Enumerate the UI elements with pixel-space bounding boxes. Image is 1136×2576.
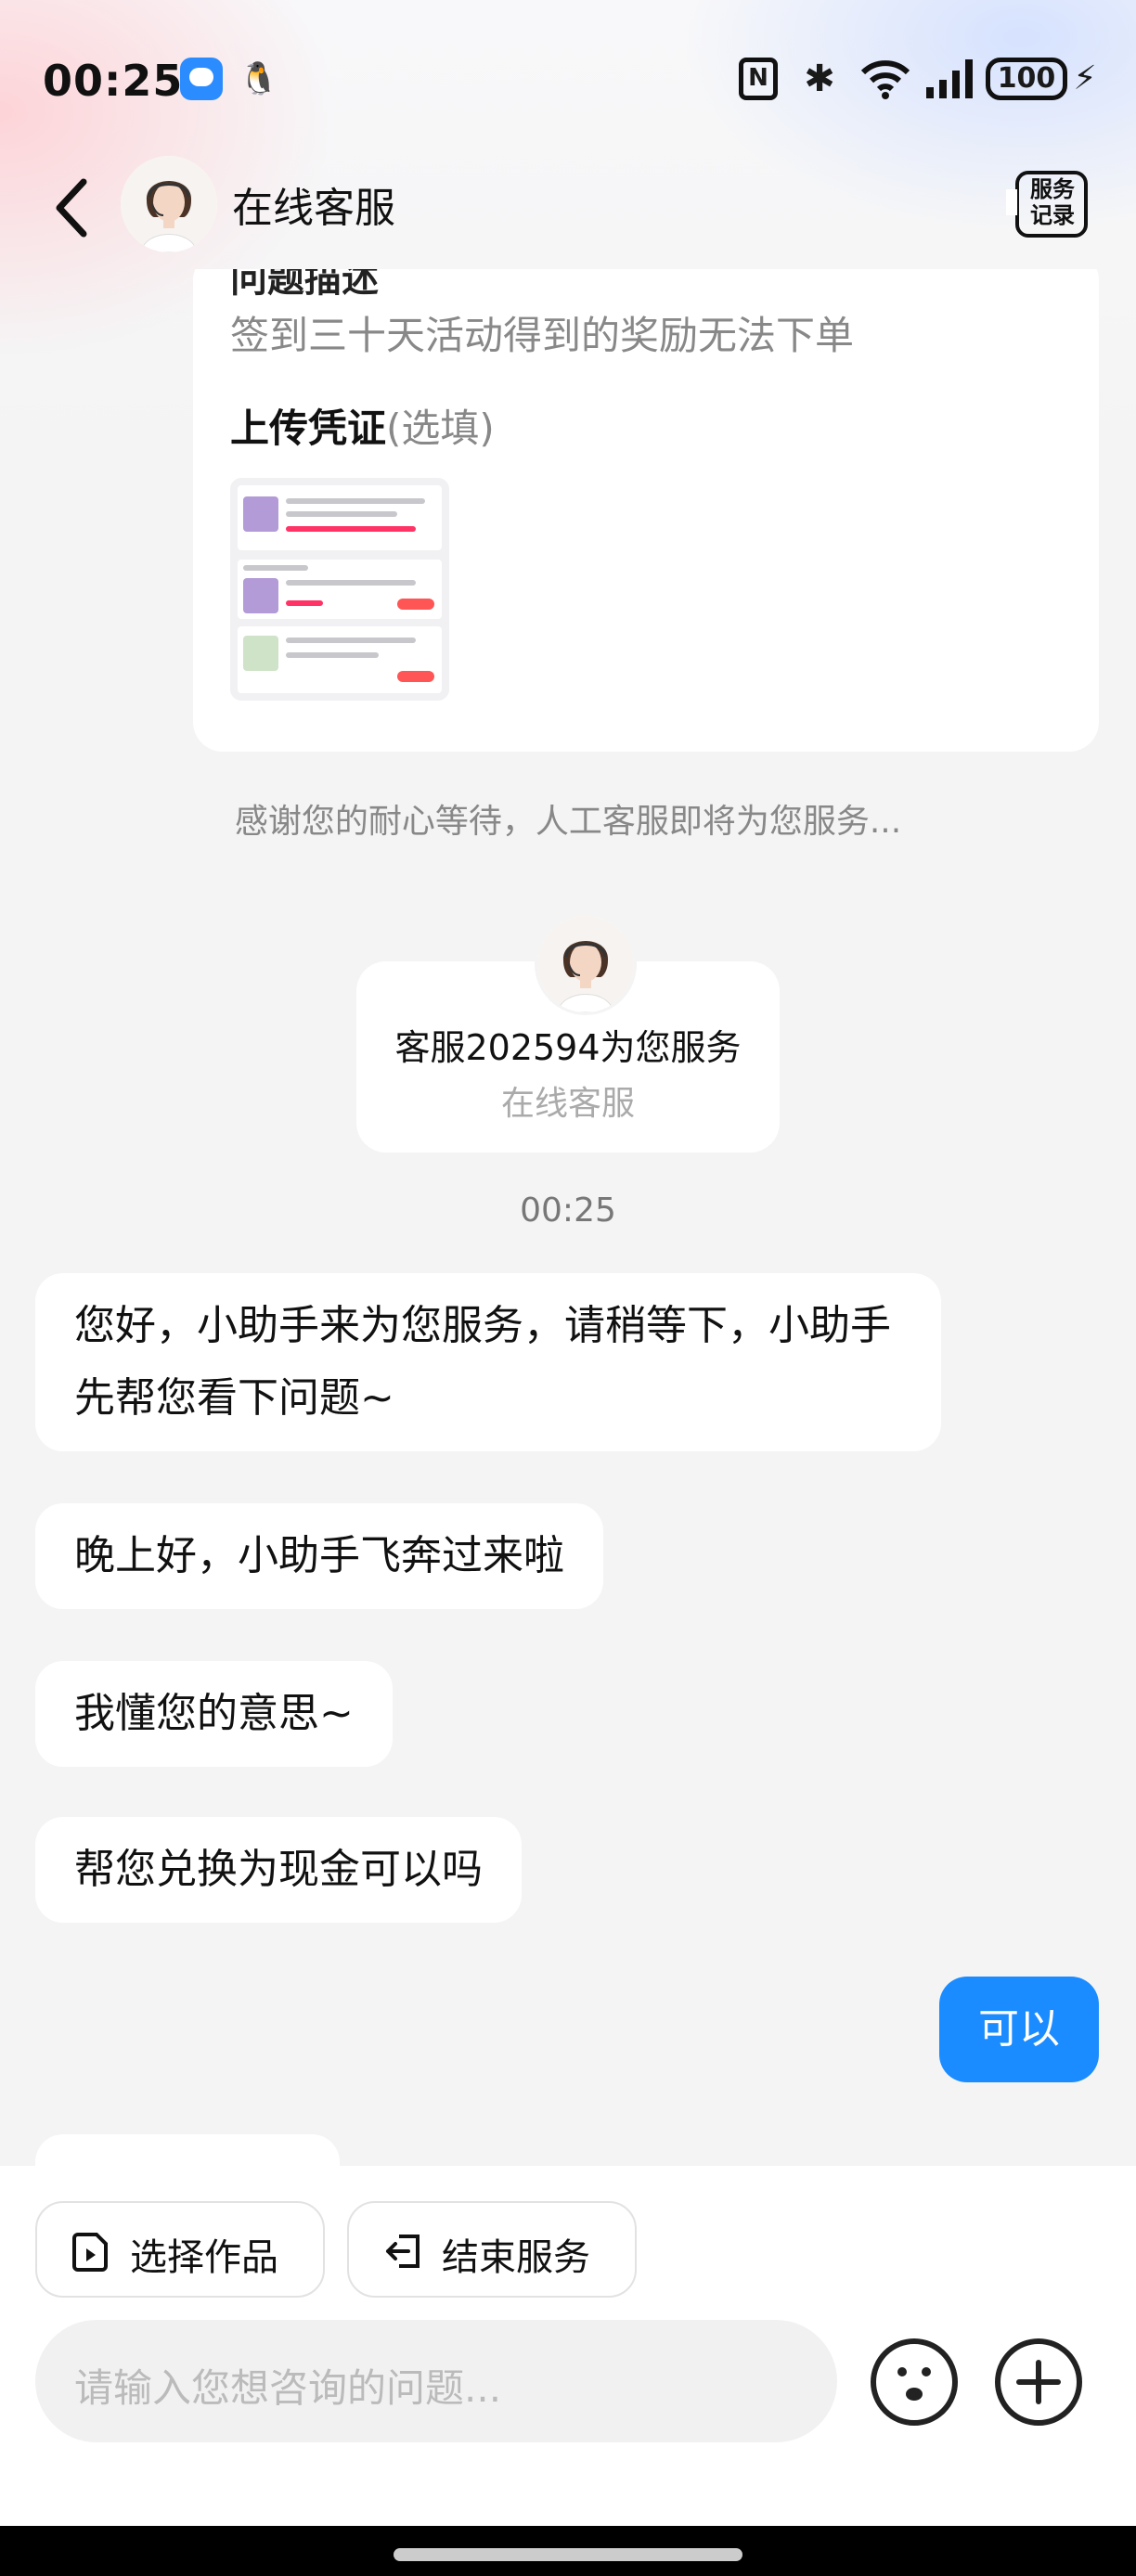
- select-work-label: 选择作品: [130, 2236, 278, 2279]
- plus-icon[interactable]: [995, 2338, 1082, 2426]
- end-service-label: 结束服务: [442, 2236, 590, 2279]
- message-input[interactable]: 请输入您想咨询的问题...: [35, 2320, 837, 2442]
- agent-message-bubble[interactable]: 您好，小助手来为您服务，请稍等下，小助手先帮您看下问题~: [35, 1273, 941, 1451]
- battery-indicator: 100: [986, 58, 1067, 100]
- service-records-label: 服务 记录: [1030, 176, 1075, 228]
- charging-icon: ⚡: [1073, 59, 1097, 97]
- video-file-icon: [72, 2233, 108, 2272]
- select-work-button[interactable]: 选择作品: [35, 2201, 325, 2298]
- thumb-line: [286, 580, 416, 586]
- agent-card-avatar: [535, 913, 637, 1015]
- upload-optional-hint: (选填): [386, 406, 495, 451]
- thumb-button: [397, 599, 434, 610]
- thumb-line: [243, 565, 308, 571]
- thumb-row: [238, 485, 442, 550]
- thumb-row: [238, 626, 442, 693]
- agent-message-bubble[interactable]: 帮您兑换为现金可以吗: [35, 1817, 522, 1923]
- nfc-icon: N: [739, 58, 778, 100]
- thumb-line: [286, 652, 379, 658]
- upload-proof-label: 上传凭证(选填): [230, 397, 495, 454]
- agent-message-bubble-partial[interactable]: [35, 2134, 340, 2166]
- upload-proof-title: 上传凭证: [230, 406, 387, 451]
- service-records-icon-gap: [1006, 189, 1017, 215]
- user-message-bubble[interactable]: 可以: [939, 1977, 1099, 2082]
- agent-portrait-icon: [121, 156, 217, 252]
- issue-form-card: 问题描述 签到三十天活动得到的奖励无法下单 上传凭证(选填): [193, 269, 1099, 752]
- agent-role: 在线客服: [500, 1085, 635, 1123]
- agent-name: 客服202594为您服务: [394, 1027, 742, 1068]
- agent-portrait-icon: [537, 916, 634, 1012]
- wifi-icon: [860, 60, 910, 99]
- service-records-line1: 服务: [1030, 176, 1075, 202]
- chat-area[interactable]: 问题描述 签到三十天活动得到的奖励无法下单 上传凭证(选填) 感谢您的耐心等待，…: [0, 269, 1136, 2166]
- status-bar: 00:25 🐧 N ✱ 100 ⚡: [0, 0, 1136, 167]
- service-records-button[interactable]: 服务 记录: [1006, 169, 1093, 245]
- issue-description-label: 问题描述: [230, 269, 379, 301]
- message-timestamp: 00:25: [520, 1191, 616, 1230]
- agent-message-bubble[interactable]: 我懂您的意思~: [35, 1661, 393, 1767]
- bottom-input-panel: 选择作品 结束服务 请输入您想咨询的问题...: [0, 2166, 1136, 2576]
- exit-icon: [386, 2235, 420, 2268]
- thumb-price: [286, 600, 323, 606]
- chevron-left-icon[interactable]: [46, 171, 102, 245]
- thumb-row: [238, 560, 442, 619]
- status-time: 00:25: [43, 56, 184, 106]
- agent-avatar: [121, 156, 217, 252]
- chat-header: 在线客服 服务 记录: [0, 148, 1136, 269]
- thumb-line: [286, 498, 425, 504]
- agent-message-bubble[interactable]: 晚上好，小助手飞奔过来啦: [35, 1503, 603, 1609]
- thumb-image: [243, 496, 278, 532]
- system-navigation-bar: [0, 2526, 1136, 2576]
- agent-intro-card: 客服202594为您服务 在线客服: [356, 913, 780, 1153]
- cellular-signal-icon: [926, 59, 973, 98]
- end-service-button[interactable]: 结束服务: [347, 2201, 637, 2298]
- home-indicator[interactable]: [394, 2548, 742, 2561]
- uploaded-screenshot-thumbnail[interactable]: [230, 478, 449, 701]
- system-waiting-message: 感谢您的耐心等待，人工客服即将为您服务...: [234, 803, 902, 841]
- thumb-image: [243, 636, 278, 671]
- messages-app-icon: [180, 58, 223, 100]
- page-title: 在线客服: [232, 185, 395, 232]
- issue-description-text: 签到三十天活动得到的奖励无法下单: [230, 313, 855, 358]
- message-input-placeholder: 请输入您想咨询的问题...: [74, 2365, 502, 2411]
- thumb-line: [286, 638, 416, 643]
- thumb-image: [243, 578, 278, 613]
- service-records-line2: 记录: [1030, 202, 1075, 228]
- thumb-highlight: [286, 526, 416, 532]
- qq-app-icon: 🐧: [239, 60, 279, 97]
- thumb-button: [397, 671, 434, 682]
- emoji-icon[interactable]: [871, 2338, 958, 2426]
- bluetooth-icon: ✱: [804, 58, 835, 100]
- thumb-line: [286, 511, 397, 517]
